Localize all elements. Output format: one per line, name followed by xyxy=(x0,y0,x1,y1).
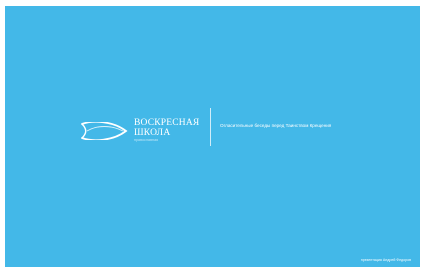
slide-subtitle: Огласительные беседы перед Таинством Кре… xyxy=(220,123,332,128)
logo: ВОСКРЕСНАЯ ШКОЛА православная xyxy=(79,118,199,144)
vertical-divider xyxy=(210,108,211,146)
slide: ВОСКРЕСНАЯ ШКОЛА православная Огласитель… xyxy=(5,6,420,267)
logo-text: ВОСКРЕСНАЯ ШКОЛА православная xyxy=(134,118,199,142)
logo-title-line1: ВОСКРЕСНАЯ xyxy=(134,118,200,128)
author-credit: презентация Андрей Федоров xyxy=(360,258,411,262)
logo-tagline: православная xyxy=(134,138,159,142)
fish-icon xyxy=(81,122,128,140)
logo-title-line2: ШКОЛА xyxy=(134,128,171,138)
